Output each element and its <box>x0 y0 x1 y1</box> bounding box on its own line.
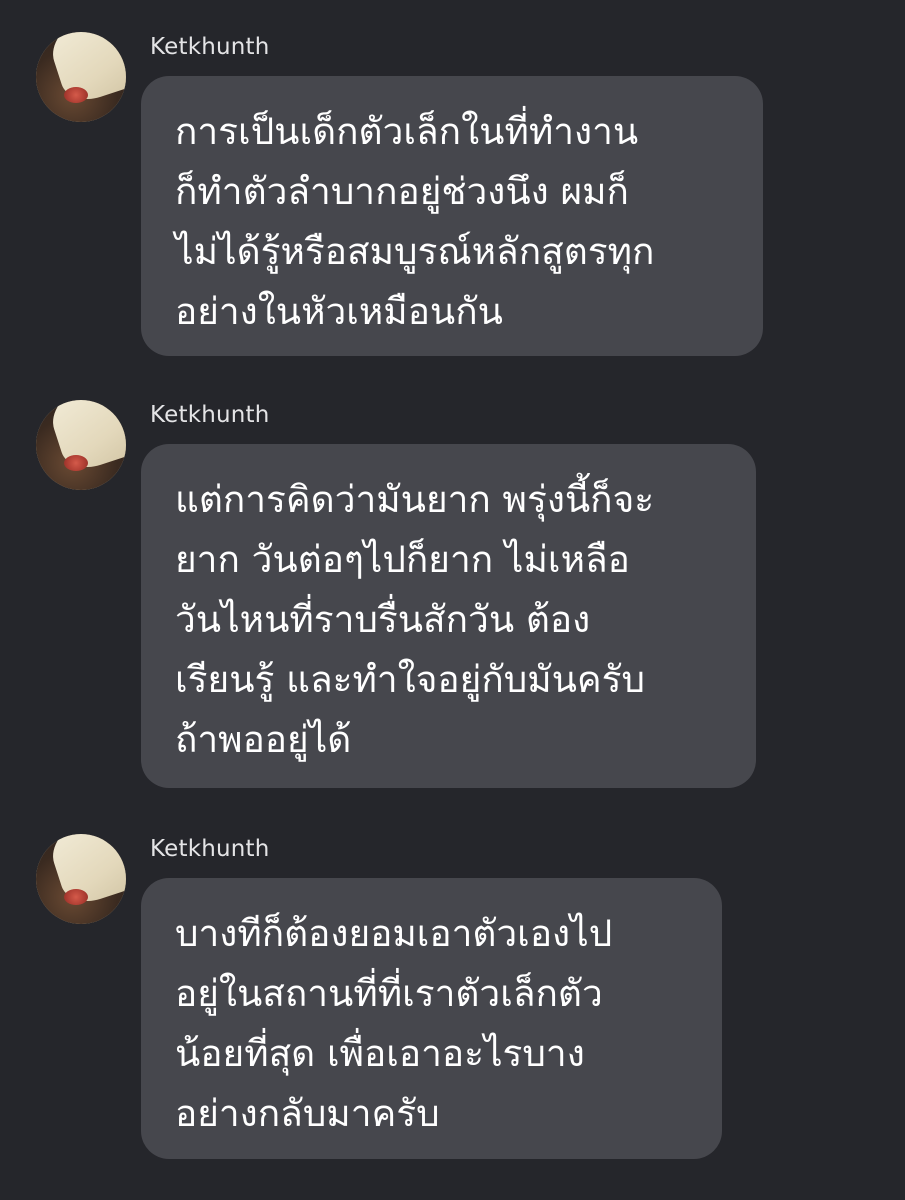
message-line: บางทีก็ต้องยอมเอาตัวเองไป <box>175 912 613 955</box>
avatar[interactable] <box>36 400 126 490</box>
message-line: ยาก วันต่อๆไปก็ยาก ไม่เหลือ <box>175 538 630 581</box>
message-bubble[interactable]: บางทีก็ต้องยอมเอาตัวเองไป อยู่ในสถานที่ท… <box>141 878 722 1159</box>
message-line: ไม่ได้รู้หรือสมบูรณ์หลักสูตรทุก <box>175 230 655 273</box>
message-line: การเป็นเด็กตัวเล็กในที่ทำงาน <box>175 110 639 153</box>
message-line: แต่การคิดว่ามันยาก พรุ่งนี้ก็จะ <box>175 478 655 521</box>
message-line: อยู่ในสถานที่ที่เราตัวเล็กตัว <box>175 972 603 1015</box>
sender-name[interactable]: Ketkhunth <box>150 836 270 862</box>
message-bubble[interactable]: แต่การคิดว่ามันยาก พรุ่งนี้ก็จะ ยาก วันต… <box>141 444 756 788</box>
sender-name[interactable]: Ketkhunth <box>150 34 270 60</box>
avatar[interactable] <box>36 834 126 924</box>
message-line: น้อยที่สุด เพื่อเอาอะไรบาง <box>175 1032 585 1075</box>
avatar-lips <box>64 87 88 103</box>
message-line: ถ้าพออยู่ได้ <box>175 718 352 761</box>
message-line: เรียนรู้ และทำใจอยู่กับมันครับ <box>175 658 646 701</box>
message-line: อย่างกลับมาครับ <box>175 1092 440 1135</box>
message-line: อย่างในหัวเหมือนกัน <box>175 290 503 333</box>
avatar-lips <box>64 889 88 905</box>
sender-name[interactable]: Ketkhunth <box>150 402 270 428</box>
message-line: วันไหนที่ราบรื่นสักวัน ต้อง <box>175 598 591 641</box>
avatar-lips <box>64 455 88 471</box>
avatar[interactable] <box>36 32 126 122</box>
message-line: ก็ทำตัวลำบากอยู่ช่วงนึง ผมก็ <box>175 170 629 213</box>
message-bubble[interactable]: การเป็นเด็กตัวเล็กในที่ทำงาน ก็ทำตัวลำบา… <box>141 76 763 356</box>
